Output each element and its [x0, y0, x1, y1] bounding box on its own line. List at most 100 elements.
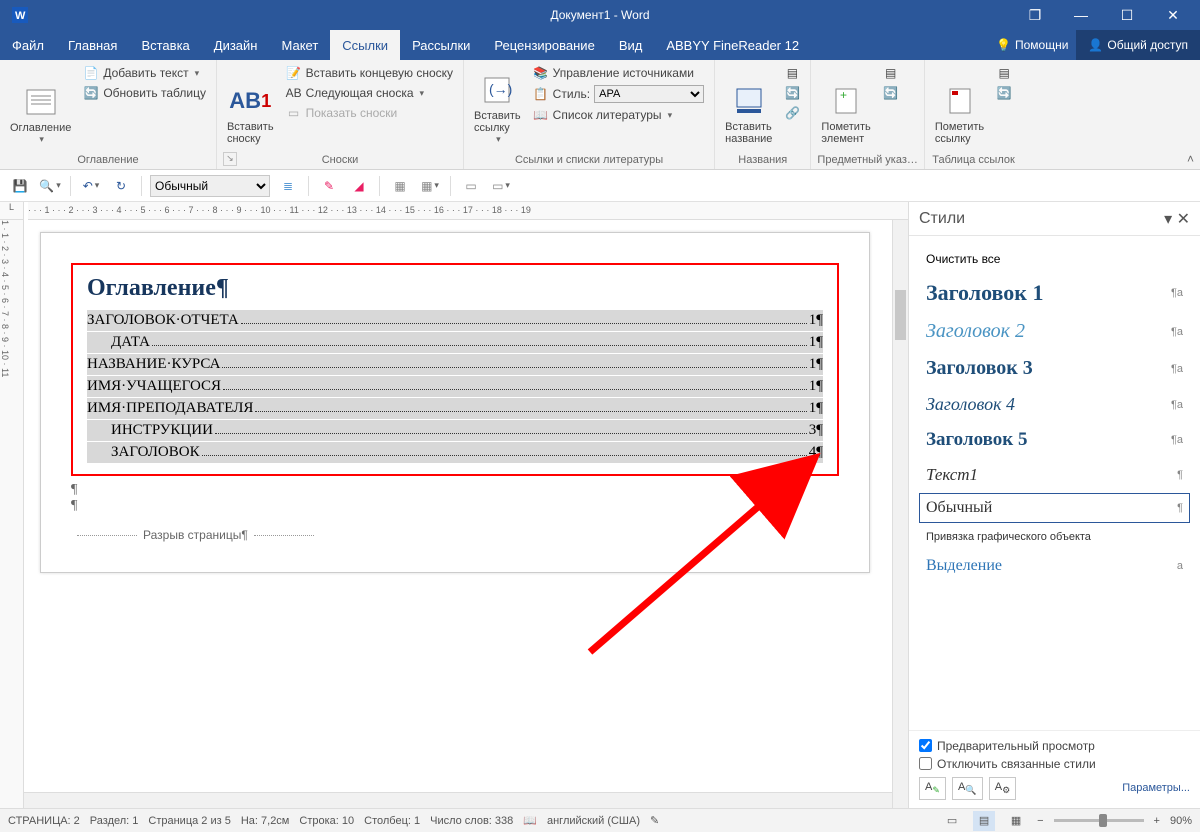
doc-vscroll[interactable] — [892, 220, 908, 808]
status-line[interactable]: Строка: 10 — [299, 815, 354, 827]
toc-entry[interactable]: ИМЯ·ПРЕПОДАВАТЕЛЯ1 — [87, 398, 823, 419]
insert-footnote-button[interactable]: AB1 Вставить сноску — [223, 63, 278, 147]
footnotes-dialog-launcher[interactable]: ↘ — [223, 152, 237, 166]
style-item[interactable]: Заголовок 1¶a — [919, 274, 1190, 312]
insert-fig-list[interactable]: ▤ — [780, 63, 804, 83]
insert-toa[interactable]: ▤ — [992, 63, 1016, 83]
add-text-button[interactable]: 📄Добавить текст — [79, 63, 210, 83]
insert-endnote-button[interactable]: 📝Вставить концевую сноску — [282, 63, 457, 83]
toc-entry[interactable]: ЗАГОЛОВОК4 — [87, 442, 823, 463]
doc-hscroll[interactable] — [24, 792, 892, 808]
manage-sources-button[interactable]: 📚Управление источниками — [529, 63, 708, 83]
style-select[interactable]: APA — [594, 85, 704, 103]
layout-icon-1[interactable]: ▭ — [459, 174, 483, 198]
zoom-in-button[interactable]: + — [1154, 815, 1160, 827]
mark-entry-button[interactable]: + Пометить элемент — [817, 63, 874, 147]
style-inspector-button[interactable]: A🔍 — [952, 777, 983, 800]
style-item[interactable]: Заголовок 4¶a — [919, 388, 1190, 421]
close-button[interactable]: ✕ — [1150, 0, 1196, 30]
zoom-value[interactable]: 90% — [1170, 815, 1192, 827]
pane-dropdown-icon[interactable]: ▾ — [1164, 211, 1172, 228]
layout-icon-2[interactable]: ▭ — [489, 174, 513, 198]
status-lang[interactable]: английский (США) — [547, 815, 640, 827]
update-fig-list[interactable]: 🔄 — [780, 83, 804, 103]
horizontal-ruler[interactable]: · · · 1 · · · 2 · · · 3 · · · 4 · · · 5 … — [28, 202, 908, 220]
insert-caption-button[interactable]: Вставить название — [721, 63, 776, 147]
style-item[interactable]: Привязка графического объекта — [919, 525, 1190, 549]
table-icon-1[interactable]: ▦ — [388, 174, 412, 198]
insert-citation-button[interactable]: (→) Вставить ссылку — [470, 63, 525, 147]
toc-entry[interactable]: ИМЯ·УЧАЩЕГОСЯ1 — [87, 376, 823, 397]
status-section[interactable]: Раздел: 1 — [90, 815, 139, 827]
share-button[interactable]: 👤Общий доступ — [1076, 30, 1200, 60]
ribbon-options-icon[interactable]: ❐ — [1012, 0, 1058, 30]
styles-params-link[interactable]: Параметры... — [1122, 782, 1190, 794]
status-at[interactable]: На: 7,2см — [241, 815, 290, 827]
collapse-ribbon-icon[interactable]: ˄ — [1187, 152, 1194, 166]
redo-icon[interactable]: ↻ — [109, 174, 133, 198]
style-dropdown[interactable]: Обычный — [150, 175, 270, 197]
insert-index[interactable]: ▤ — [879, 63, 903, 83]
style-item[interactable]: Заголовок 5¶a — [919, 423, 1190, 457]
tab-references[interactable]: Ссылки — [330, 30, 400, 60]
vertical-ruler[interactable]: 1 · 1 · 2 · 3 · 4 · 5 · 6 · 7 · 8 · 9 · … — [0, 220, 24, 808]
tab-abbyy[interactable]: ABBYY FineReader 12 — [654, 30, 811, 60]
update-toa[interactable]: 🔄 — [992, 83, 1016, 103]
style-item[interactable]: Обычный¶ — [919, 493, 1190, 523]
read-mode-icon[interactable]: ▭ — [941, 811, 963, 831]
quick-find-icon[interactable]: 🔍 — [38, 174, 62, 198]
next-footnote-button[interactable]: ABСледующая сноска — [282, 83, 457, 103]
tab-layout[interactable]: Макет — [269, 30, 330, 60]
tab-design[interactable]: Дизайн — [202, 30, 270, 60]
tab-insert[interactable]: Вставка — [129, 30, 201, 60]
toc-entry[interactable]: ЗАГОЛОВОК·ОТЧЕТА1 — [87, 310, 823, 331]
toc-entry[interactable]: ДАТА1 — [87, 332, 823, 353]
tab-mailings[interactable]: Рассылки — [400, 30, 482, 60]
toc-entry[interactable]: НАЗВАНИЕ·КУРСА1 — [87, 354, 823, 375]
style-item[interactable]: Выделениеa — [919, 551, 1190, 581]
pane-close-icon[interactable]: ✕ — [1177, 211, 1190, 228]
cross-ref[interactable]: 🔗 — [780, 103, 804, 123]
status-pageof[interactable]: Страница 2 из 5 — [148, 815, 230, 827]
update-table-button[interactable]: 🔄Обновить таблицу — [79, 83, 210, 103]
status-words[interactable]: Число слов: 338 — [430, 815, 513, 827]
status-col[interactable]: Столбец: 1 — [364, 815, 420, 827]
format-icon-1[interactable]: ≣ — [276, 174, 300, 198]
zoom-out-button[interactable]: − — [1037, 815, 1043, 827]
minimize-button[interactable]: — — [1058, 0, 1104, 30]
bibliography-button[interactable]: 📖Список литературы — [529, 105, 708, 125]
toc-button[interactable]: Оглавление — [6, 63, 75, 147]
highlight-icon[interactable]: ✎ — [317, 174, 341, 198]
mark-citation-button[interactable]: Пометить ссылку — [931, 63, 988, 147]
tab-review[interactable]: Рецензирование — [482, 30, 606, 60]
show-footnotes-button[interactable]: ▭Показать сноски — [282, 103, 457, 123]
table-icon-2[interactable]: ▦ — [418, 174, 442, 198]
toc-entry[interactable]: ИНСТРУКЦИИ3 — [87, 420, 823, 441]
manage-styles-button[interactable]: A⚙ — [989, 777, 1017, 800]
style-item[interactable]: Текст1¶ — [919, 459, 1190, 491]
tab-file[interactable]: Файл — [0, 30, 56, 60]
proofing-icon[interactable]: 📖 — [523, 814, 537, 827]
clear-all-style[interactable]: Очистить все — [919, 246, 1190, 272]
style-item[interactable]: Заголовок 2¶a — [919, 314, 1190, 349]
update-index[interactable]: 🔄 — [879, 83, 903, 103]
document-page[interactable]: Оглавление ЗАГОЛОВОК·ОТЧЕТА1ДАТА1НАЗВАНИ… — [40, 232, 870, 573]
clear-format-icon[interactable]: ◢ — [347, 174, 371, 198]
new-style-button[interactable]: A✎ — [919, 777, 946, 800]
tab-home[interactable]: Главная — [56, 30, 129, 60]
tell-me[interactable]: 💡Помощни — [988, 30, 1076, 60]
save-icon[interactable]: 💾 — [8, 174, 32, 198]
track-changes-icon[interactable]: ✎ — [650, 814, 659, 827]
maximize-button[interactable]: ☐ — [1104, 0, 1150, 30]
style-item[interactable]: Заголовок 3¶a — [919, 351, 1190, 386]
zoom-slider[interactable] — [1054, 819, 1144, 822]
status-page[interactable]: СТРАНИЦА: 2 — [8, 815, 80, 827]
print-layout-icon[interactable]: ▤ — [973, 811, 995, 831]
tab-view[interactable]: Вид — [607, 30, 655, 60]
undo-icon[interactable]: ↶ — [79, 174, 103, 198]
preview-checkbox[interactable]: Предварительный просмотр — [919, 739, 1190, 753]
citation-style[interactable]: 📋Стиль: APA — [529, 83, 708, 105]
web-layout-icon[interactable]: ▦ — [1005, 811, 1027, 831]
linked-checkbox[interactable]: Отключить связанные стили — [919, 757, 1190, 771]
group-citations-label: Ссылки и списки литературы — [470, 152, 708, 166]
